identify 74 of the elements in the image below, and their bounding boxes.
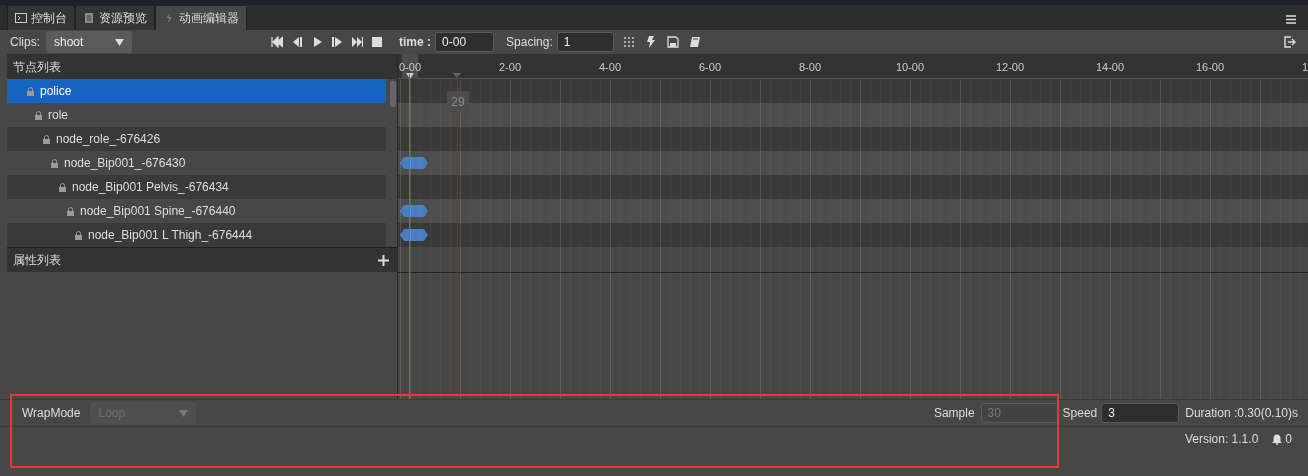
playback-button[interactable] xyxy=(331,36,343,48)
ruler-label: 6-00 xyxy=(699,60,721,75)
plus-icon xyxy=(378,254,389,266)
spacing-field[interactable]: 1 xyxy=(556,32,614,52)
notifications-button[interactable]: 0 xyxy=(1272,430,1292,448)
play-icon xyxy=(311,36,323,48)
spacing-label: Spacing: xyxy=(506,34,553,51)
speed-label: Speed xyxy=(1062,405,1098,422)
playback-button[interactable] xyxy=(371,36,383,48)
clips-label: Clips: xyxy=(10,34,40,51)
ruler-label: 1 xyxy=(1302,60,1308,75)
add-button[interactable] xyxy=(378,254,389,266)
panel-title: 节点列表 xyxy=(7,54,397,79)
marker-tooltip: 29 xyxy=(447,91,469,113)
time-field[interactable]: 0-00 xyxy=(435,32,495,52)
playback-button[interactable] xyxy=(291,36,303,48)
tab[interactable]: 资源预览 xyxy=(75,5,155,30)
tab[interactable]: 动画编辑器 xyxy=(155,5,247,30)
duration-label: Duration :0.30(0.10)s xyxy=(1185,405,1298,422)
toolbar-button[interactable] xyxy=(622,36,635,48)
scrollbar[interactable] xyxy=(390,81,396,107)
save-icon xyxy=(666,36,679,48)
version-label: Version: 1.1.0 xyxy=(1184,431,1259,448)
caret-icon xyxy=(115,38,124,46)
clip-dropdown[interactable]: shoot xyxy=(46,31,132,53)
menu-icon xyxy=(1286,15,1296,24)
grid-icon xyxy=(622,36,635,48)
playback-button[interactable] xyxy=(311,36,323,48)
lock-icon xyxy=(75,230,82,240)
node-row[interactable]: police xyxy=(7,79,386,103)
node-row[interactable]: node_Bip001 L Thigh_-676444 xyxy=(7,223,386,247)
document-icon xyxy=(83,12,95,24)
playback-button[interactable] xyxy=(271,36,283,48)
toolbar-button[interactable] xyxy=(666,36,679,48)
lock-icon xyxy=(67,206,74,216)
lock-icon xyxy=(51,158,58,168)
ruler-label: 0-00 xyxy=(399,60,421,75)
lock-icon xyxy=(43,134,50,144)
step-back-icon xyxy=(291,36,303,48)
toolbar-button[interactable] xyxy=(688,36,701,48)
panel-title: 属性列表 xyxy=(13,252,61,269)
ruler-label: 4-00 xyxy=(599,60,621,75)
terminal-icon xyxy=(15,12,27,24)
ruler-label: 10-00 xyxy=(895,60,925,75)
menu-button[interactable] xyxy=(1286,15,1296,24)
timeline-ruler[interactable]: 0-00 2-00 4-00 6-00 8-00 10-00 12-00 14-00 16-00 1 xyxy=(398,54,1308,79)
exit-button[interactable] xyxy=(1284,36,1296,48)
lock-icon xyxy=(27,86,34,96)
book-icon xyxy=(688,36,701,48)
lock-icon xyxy=(59,182,66,192)
stop-icon xyxy=(371,36,383,48)
wrapmode-label: WrapMode xyxy=(22,405,81,422)
bell-icon xyxy=(1272,433,1283,445)
exit-icon xyxy=(1284,36,1296,48)
node-row[interactable]: node_Bip001 Pelvis_-676434 xyxy=(7,175,386,199)
animation-icon xyxy=(163,12,175,24)
lock-icon xyxy=(35,110,42,120)
toolbar-button[interactable] xyxy=(644,36,657,48)
skip-to-start-icon xyxy=(271,36,283,48)
sample-label: Sample xyxy=(933,405,975,422)
ruler-label: 8-00 xyxy=(799,60,821,75)
ruler-label: 12-00 xyxy=(995,60,1025,75)
speed-field[interactable]: 3 xyxy=(1101,403,1180,423)
caret-icon xyxy=(179,409,189,417)
tab[interactable]: 控制台 xyxy=(7,5,75,30)
skip-to-end-icon xyxy=(351,36,363,48)
time-label: time : xyxy=(399,34,432,51)
lightning-icon xyxy=(644,36,657,48)
node-row[interactable]: node_role_-676426 xyxy=(7,127,386,151)
ruler-label: 2-00 xyxy=(499,60,521,75)
step-forward-icon xyxy=(331,36,343,48)
ruler-label: 16-00 xyxy=(1195,60,1225,75)
playback-button[interactable] xyxy=(351,36,363,48)
ruler-label: 14-00 xyxy=(1095,60,1125,75)
